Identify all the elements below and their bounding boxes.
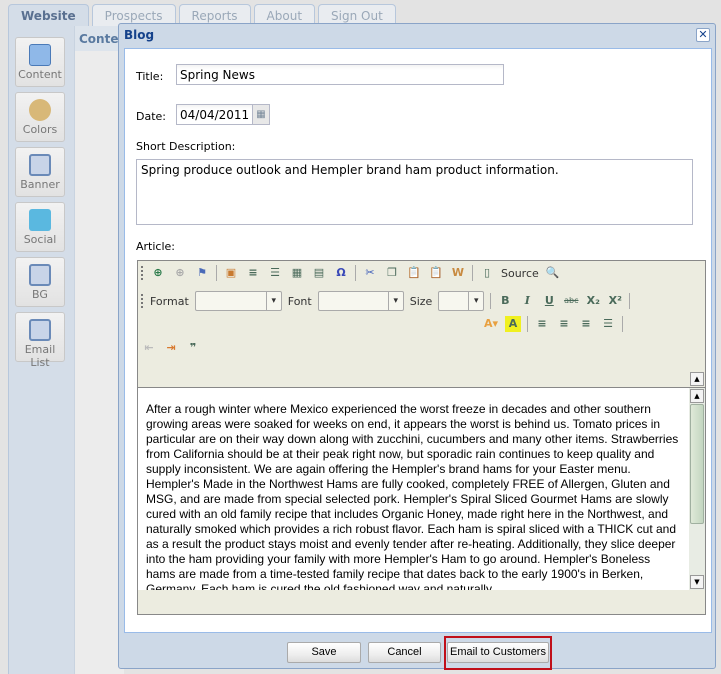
- rich-text-editor: ⊕ ⊕ ⚑ ▣ ≡ ☰ ▦ ▤ Ω ✂ ❐ 📋 📋 W ▯ Source 🔍 Fo…: [137, 260, 706, 615]
- source-icon[interactable]: ▯: [479, 265, 495, 281]
- toolbar-row-3: A▾ A ≡ ≡ ≡ ☰: [483, 316, 623, 332]
- outdent-icon[interactable]: ⇤: [141, 340, 157, 356]
- toolbar-grip[interactable]: [141, 294, 144, 308]
- background-color-icon[interactable]: A: [505, 316, 521, 332]
- size-label: Size: [409, 294, 433, 308]
- subscript-icon[interactable]: X₂: [585, 293, 601, 309]
- blockquote-icon[interactable]: ❞: [185, 340, 201, 356]
- dialog-body: Title: Spring News Date: 04/04/2011 ▦ Sh…: [124, 48, 712, 633]
- toolbar-row-2: Format Font Size B I U abc X₂ X²: [141, 291, 631, 311]
- sidebar-item-label: Banner: [20, 178, 60, 191]
- article-label: Article:: [136, 240, 175, 253]
- sidebar-item-bg[interactable]: BG: [15, 257, 65, 307]
- scroll-up-icon[interactable]: ▲: [690, 389, 704, 403]
- preview-icon[interactable]: 🔍: [545, 265, 561, 281]
- indent-icon[interactable]: ⇥: [163, 340, 179, 356]
- close-icon[interactable]: ✕: [696, 28, 710, 42]
- sidebar-item-colors[interactable]: Colors: [15, 92, 65, 142]
- italic-icon[interactable]: I: [519, 293, 535, 309]
- scroll-thumb[interactable]: [690, 404, 704, 524]
- numbered-list-icon[interactable]: ≡: [245, 265, 261, 281]
- banner-icon: [29, 154, 51, 176]
- email-to-customers-button[interactable]: Email to Customers: [447, 642, 549, 663]
- align-center-icon[interactable]: ≡: [556, 316, 572, 332]
- save-button[interactable]: Save: [287, 642, 361, 663]
- cancel-button[interactable]: Cancel: [368, 642, 441, 663]
- date-label: Date:: [136, 110, 166, 123]
- dialog-title: Blog: [124, 28, 155, 42]
- short-description-label: Short Description:: [136, 140, 236, 153]
- special-char-omega-icon[interactable]: Ω: [333, 265, 349, 281]
- bold-icon[interactable]: B: [497, 293, 513, 309]
- sidebar-item-content[interactable]: Content: [15, 37, 65, 87]
- twitter-icon: [29, 209, 51, 231]
- sidebar-item-label: Social: [23, 233, 57, 246]
- paste-word-icon[interactable]: W: [450, 265, 466, 281]
- superscript-icon[interactable]: X²: [607, 293, 623, 309]
- tab-website[interactable]: Website: [8, 4, 89, 26]
- anchor-flag-icon[interactable]: ⚑: [194, 265, 210, 281]
- scroll-down-icon[interactable]: ▼: [690, 575, 704, 589]
- format-select[interactable]: [194, 291, 282, 311]
- date-input[interactable]: 04/04/2011: [176, 104, 253, 125]
- palette-icon: [29, 99, 51, 121]
- title-input[interactable]: Spring News: [176, 64, 504, 85]
- image-icon[interactable]: ▣: [223, 265, 239, 281]
- article-scrollbar[interactable]: ▲ ▼: [689, 387, 705, 590]
- content-tree: Content: [74, 26, 133, 674]
- sidebar-item-label: Email List: [24, 343, 56, 369]
- link-icon[interactable]: ⊕: [150, 265, 166, 281]
- calendar-icon[interactable]: ▦: [252, 104, 270, 125]
- horizontal-rule-icon[interactable]: ▤: [311, 265, 327, 281]
- sidebar-item-label: Colors: [22, 123, 58, 136]
- unlink-icon[interactable]: ⊕: [172, 265, 188, 281]
- toolbar-row-4: ⇤ ⇥ ❞: [141, 340, 201, 356]
- copy-icon[interactable]: ❐: [384, 265, 400, 281]
- align-left-icon[interactable]: ≡: [534, 316, 550, 332]
- bg-icon: [29, 264, 51, 286]
- sidebar-item-label: BG: [32, 288, 48, 301]
- short-description-textarea[interactable]: Spring produce outlook and Hempler brand…: [136, 159, 693, 225]
- strikethrough-icon[interactable]: abc: [563, 293, 579, 309]
- sidebar-item-banner[interactable]: Banner: [15, 147, 65, 197]
- article-content[interactable]: After a rough winter where Mexico experi…: [138, 387, 690, 590]
- size-select[interactable]: [438, 291, 485, 311]
- sidebar: Content Colors Banner Social BG Email Li…: [8, 26, 74, 674]
- align-right-icon[interactable]: ≡: [578, 316, 594, 332]
- sidebar-item-social[interactable]: Social: [15, 202, 65, 252]
- format-label: Format: [150, 294, 189, 308]
- email-list-icon: [29, 319, 51, 341]
- tree-header: Content: [75, 26, 133, 51]
- collapse-toolbar-icon[interactable]: ▲: [690, 372, 704, 386]
- bulleted-list-icon[interactable]: ☰: [267, 265, 283, 281]
- font-select[interactable]: [317, 291, 404, 311]
- title-label: Title:: [136, 70, 164, 83]
- toolbar-grip[interactable]: [141, 266, 144, 280]
- sidebar-item-email-list[interactable]: Email List: [15, 312, 65, 369]
- cut-icon[interactable]: ✂: [362, 265, 378, 281]
- source-button[interactable]: Source: [501, 267, 539, 280]
- paste-icon[interactable]: 📋: [406, 265, 422, 281]
- text-color-icon[interactable]: A▾: [483, 316, 499, 332]
- font-label: Font: [287, 294, 312, 308]
- underline-icon[interactable]: U: [541, 293, 557, 309]
- blog-dialog: Blog ✕ Title: Spring News Date: 04/04/20…: [118, 23, 716, 670]
- toolbar-row-1: ⊕ ⊕ ⚑ ▣ ≡ ☰ ▦ ▤ Ω ✂ ❐ 📋 📋 W ▯ Source 🔍: [141, 265, 561, 281]
- justify-icon[interactable]: ☰: [600, 316, 616, 332]
- paste-text-icon[interactable]: 📋: [428, 265, 444, 281]
- sidebar-item-label: Content: [18, 68, 62, 81]
- table-icon[interactable]: ▦: [289, 265, 305, 281]
- content-icon: [29, 44, 51, 66]
